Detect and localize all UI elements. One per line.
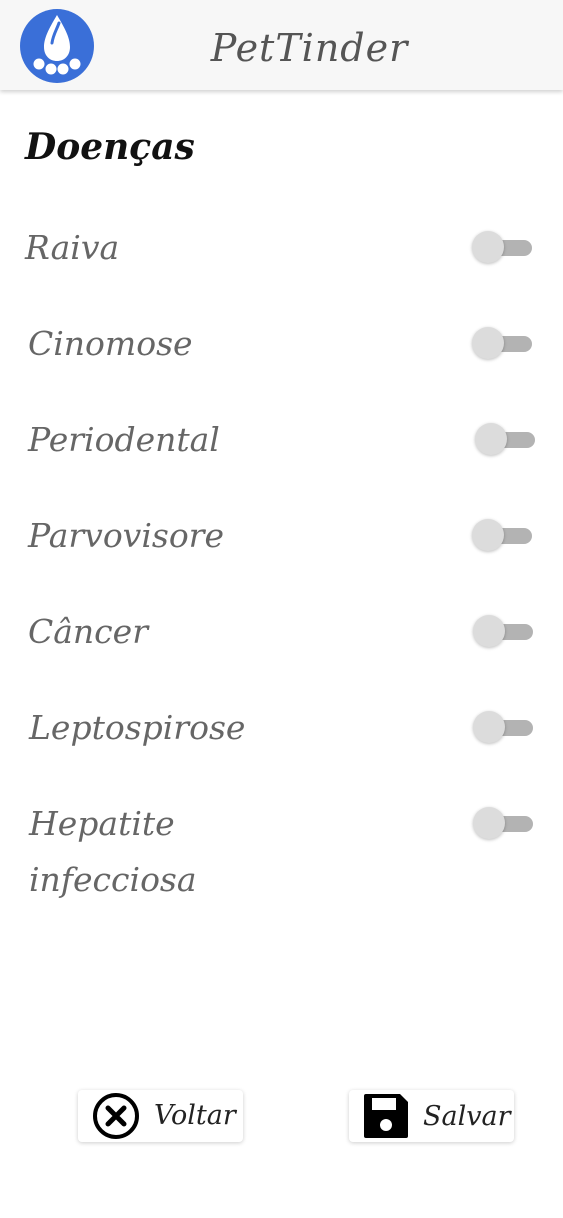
back-button-label: Voltar — [154, 1100, 236, 1131]
toggle-thumb — [472, 327, 504, 359]
toggle-hepatite-infecciosa[interactable] — [473, 806, 535, 842]
toggle-thumb — [473, 615, 505, 647]
save-button-label: Salvar — [423, 1101, 511, 1132]
floppy-disk-icon — [364, 1094, 408, 1138]
close-circle-icon — [93, 1093, 139, 1139]
toggle-cancer[interactable] — [473, 614, 535, 650]
toggle-raiva[interactable] — [472, 230, 534, 266]
toggle-parvovisore[interactable] — [472, 518, 534, 554]
toggle-leptospirose[interactable] — [473, 710, 535, 746]
disease-label: Hepatite infecciosa — [29, 804, 197, 899]
app-bar: PetTinder — [0, 0, 563, 90]
toggle-thumb — [472, 519, 504, 551]
toggle-cinomose[interactable] — [472, 326, 534, 362]
disease-label: Raiva — [25, 228, 120, 267]
disease-label: Periodental — [28, 420, 220, 459]
toggle-thumb — [472, 231, 504, 263]
toggle-periodental[interactable] — [475, 422, 537, 458]
save-button[interactable]: Salvar — [349, 1090, 514, 1142]
disease-label: Leptospirose — [29, 708, 246, 747]
app-title: PetTinder — [210, 26, 409, 70]
toggle-thumb — [475, 423, 507, 455]
toggle-thumb — [473, 711, 505, 743]
disease-label: Câncer — [28, 612, 148, 651]
disease-label: Parvovisore — [28, 516, 224, 555]
section-title: Doenças — [25, 126, 195, 168]
toggle-thumb — [473, 807, 505, 839]
disease-label: Cinomose — [28, 324, 193, 363]
back-button[interactable]: Voltar — [78, 1090, 243, 1142]
